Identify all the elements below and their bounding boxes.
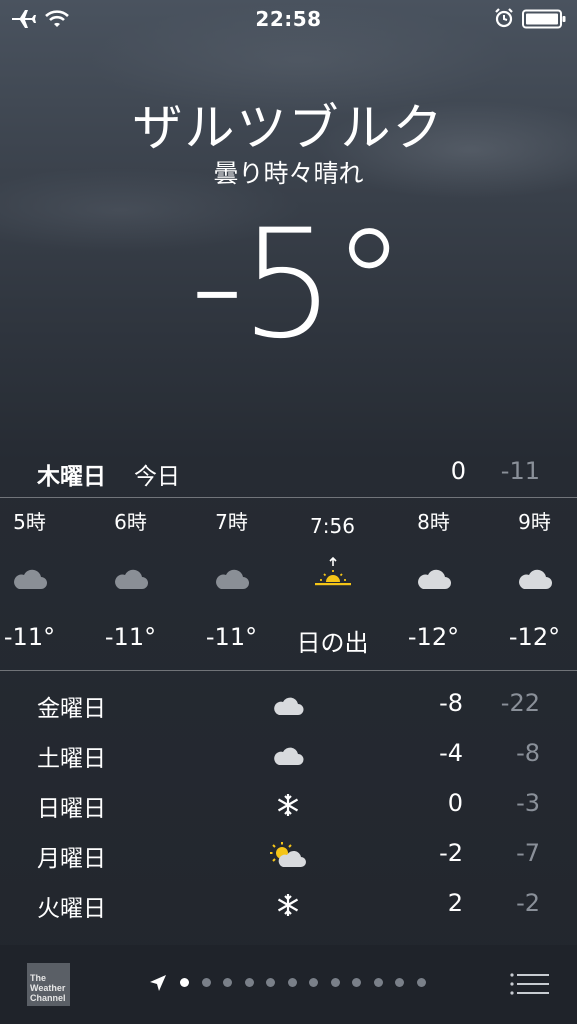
- hour-time: 7時: [215, 510, 248, 534]
- day-low-temp: -8: [516, 739, 540, 767]
- page-dot[interactable]: [287, 978, 297, 987]
- day-low-temp: -3: [516, 789, 540, 817]
- status-time: 22:58: [255, 7, 322, 31]
- daily-row: 火曜日 2 -2: [0, 880, 577, 930]
- daily-row: 土曜日 -4 -8: [0, 730, 577, 780]
- hour-temp: -11°: [104, 623, 157, 651]
- hourly-item: 6時 -11°: [80, 498, 181, 670]
- today-day-name: 木曜日: [37, 464, 106, 490]
- logo-line: The: [30, 973, 47, 983]
- battery-icon: [522, 9, 567, 33]
- bottom-toolbar: The Weather Channel: [0, 945, 577, 1024]
- weather-channel-logo[interactable]: The Weather Channel: [27, 963, 70, 1006]
- page-dot[interactable]: [352, 978, 361, 987]
- cloud-icon: [111, 564, 151, 594]
- page-indicator[interactable]: [180, 978, 440, 990]
- page-dot[interactable]: [266, 978, 275, 987]
- day-low-temp: -7: [516, 839, 540, 867]
- list-icon[interactable]: [509, 972, 549, 1000]
- hourly-item: 7時 -11°: [181, 498, 282, 670]
- status-bar: 22:58: [0, 0, 577, 40]
- logo-line: Channel: [30, 993, 66, 1003]
- today-label: 今日: [134, 464, 180, 490]
- snowflake-icon: [268, 890, 308, 920]
- hour-time: 6時: [114, 510, 147, 534]
- hourly-item: 9時 -12°: [484, 498, 577, 670]
- day-name: 土曜日: [37, 746, 106, 772]
- day-low-temp: -22: [500, 689, 540, 717]
- weather-condition: 曇り時々晴れ: [213, 159, 364, 188]
- daily-row: 金曜日 -8 -22: [0, 680, 577, 730]
- cloud-icon: [414, 564, 454, 594]
- day-high-temp: -8: [439, 689, 463, 717]
- day-high-temp: -4: [439, 739, 463, 767]
- day-name: 月曜日: [37, 846, 106, 872]
- today-low-temp: -11: [500, 457, 540, 485]
- cloud-icon: [268, 740, 308, 770]
- day-name: 日曜日: [37, 796, 106, 822]
- divider: [0, 670, 577, 671]
- hour-temp: -11°: [205, 623, 258, 651]
- day-high-temp: -2: [439, 839, 463, 867]
- day-name: 金曜日: [37, 696, 106, 722]
- page-dot[interactable]: [180, 978, 189, 987]
- daily-forecast[interactable]: 金曜日 -8 -22 土曜日 -4 -8 日曜日 0 -3 月曜日 -2 -7 …: [0, 680, 577, 944]
- today-summary: 木曜日 今日 0 -11: [0, 452, 577, 496]
- current-temperature-value: -5°: [190, 198, 407, 372]
- current-temperature: -5°: [190, 198, 407, 372]
- sunrise-icon: [313, 556, 353, 594]
- hour-time: 5時: [13, 510, 46, 534]
- logo-line: Weather: [30, 983, 66, 993]
- alarm-icon: [494, 8, 514, 32]
- page-dot[interactable]: [223, 978, 232, 987]
- hour-temp: -11°: [3, 623, 56, 651]
- hour-time: 9時: [518, 510, 551, 534]
- hour-time: 7:56: [310, 514, 355, 538]
- hour-time: 8時: [417, 510, 450, 534]
- day-name: 火曜日: [37, 896, 106, 922]
- hour-temp: 日の出: [296, 629, 369, 657]
- cloud-icon: [212, 564, 252, 594]
- snowflake-icon: [268, 790, 308, 820]
- cloud-icon: [10, 564, 50, 594]
- page-dot[interactable]: [330, 978, 340, 987]
- hourly-item: 8時 -12°: [383, 498, 484, 670]
- page-dot[interactable]: [395, 978, 404, 987]
- day-high-temp: 2: [447, 889, 463, 917]
- hourly-item: 7:56 日の出: [282, 498, 383, 670]
- hourly-item: 5時 -11°: [0, 498, 80, 670]
- hour-temp: -12°: [508, 623, 561, 651]
- day-low-temp: -2: [516, 889, 540, 917]
- location-arrow-icon[interactable]: [148, 973, 168, 997]
- daily-row: 日曜日 0 -3: [0, 780, 577, 830]
- cloud-icon: [268, 690, 308, 720]
- page-dot[interactable]: [309, 978, 318, 987]
- page-dot[interactable]: [373, 978, 383, 987]
- page-dot[interactable]: [201, 978, 211, 987]
- day-high-temp: 0: [447, 789, 463, 817]
- page-dot[interactable]: [244, 978, 254, 987]
- daily-row: 月曜日 -2 -7: [0, 830, 577, 880]
- city-name: ザルツブルク: [132, 99, 445, 157]
- page-dot[interactable]: [416, 978, 426, 987]
- cloud-icon: [515, 564, 555, 594]
- partly-sunny-icon: [268, 840, 308, 870]
- today-high-temp: 0: [450, 457, 466, 485]
- hourly-forecast[interactable]: 5時 -11° 6時 -11° 7時 -11° 7:56 日の出 8時 -12°…: [0, 498, 577, 670]
- hour-temp: -12°: [407, 623, 460, 651]
